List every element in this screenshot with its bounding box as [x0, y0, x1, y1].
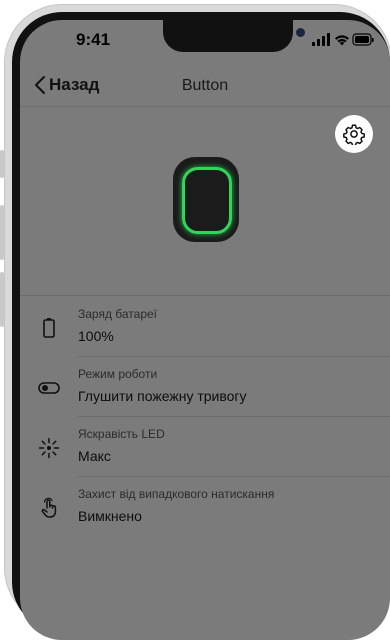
battery-status-icon [352, 33, 374, 46]
operating-mode-label: Режим роботи [78, 367, 158, 381]
status-time: 9:41 [76, 30, 111, 49]
toggle-icon [38, 382, 60, 394]
navigation-bar: Назад Button [20, 68, 390, 107]
row-battery: Заряд батареї 100% [20, 297, 390, 357]
device-image [173, 157, 239, 242]
brightness-icon [38, 437, 60, 459]
led-brightness-value: Макс [78, 448, 111, 464]
cellular-signal-icon [312, 33, 330, 46]
row-operating-mode[interactable]: Режим роботи Глушити пожежну тривогу [20, 357, 390, 417]
volume-up-button [0, 205, 4, 260]
operating-mode-value: Глушити пожежну тривогу [78, 388, 247, 404]
battery-value: 100% [78, 328, 114, 344]
phone-frame: 9:41 Назад Button Заряд батареї 100% Реж… [0, 0, 390, 640]
page-title: Button [181, 77, 229, 94]
row-led-brightness[interactable]: Яскравість LED Макс [20, 417, 390, 477]
battery-label: Заряд батареї [78, 307, 158, 321]
app-screen: 9:41 Назад Button Заряд батареї 100% Реж… [20, 20, 390, 640]
battery-icon [43, 318, 55, 338]
led-brightness-label: Яскравість LED [78, 427, 165, 441]
section-divider [20, 295, 390, 296]
volume-down-button [0, 272, 4, 327]
tap-hand-icon [41, 497, 57, 518]
accidental-press-value: Вимкнено [78, 508, 142, 524]
device-led-ring [182, 167, 232, 234]
wifi-icon [335, 35, 349, 46]
settings-button[interactable] [335, 115, 373, 153]
notch [163, 20, 305, 52]
accidental-press-label: Захист від випадкового натискання [78, 487, 275, 501]
gear-icon [343, 124, 365, 145]
row-accidental-press-protection[interactable]: Захист від випадкового натискання Вимкне… [20, 477, 390, 537]
mute-switch [0, 150, 4, 178]
status-icons [312, 33, 374, 52]
camera-icon [296, 28, 305, 37]
